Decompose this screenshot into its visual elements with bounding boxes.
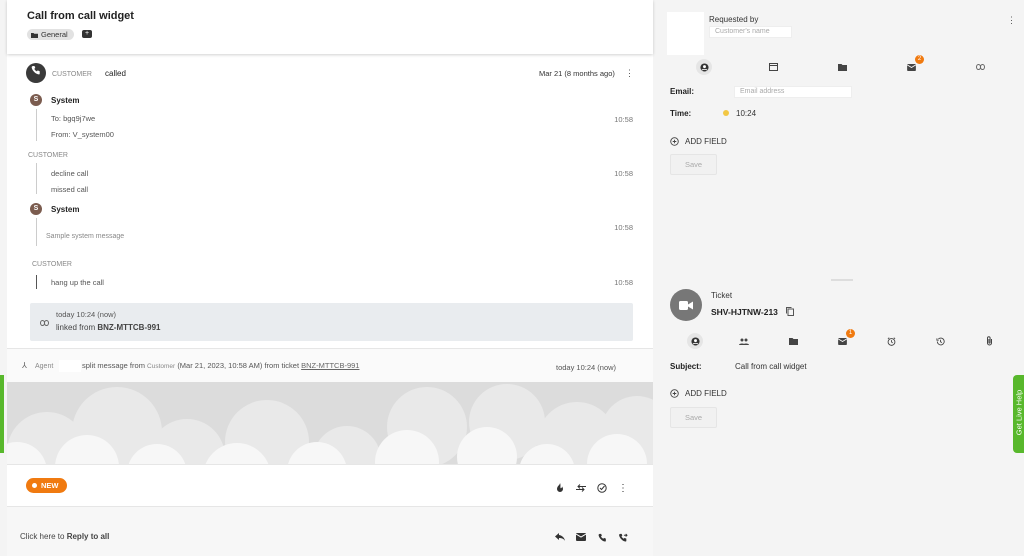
subject-value: Call from call widget: [735, 362, 807, 371]
call-date: Mar 21 (8 months ago): [539, 69, 615, 78]
page-title: Call from call widget: [27, 10, 134, 22]
save-button[interactable]: Save: [670, 154, 717, 175]
plus-circle-icon: [670, 389, 679, 398]
mail-count-badge: 2: [915, 55, 924, 64]
customer-label: CUSTOMER: [28, 152, 68, 159]
thread-line: [36, 109, 37, 141]
system-avatar: S: [30, 203, 42, 215]
user-info-tab-icon[interactable]: [696, 59, 712, 75]
link-icon: [40, 319, 49, 328]
add-tag-icon[interactable]: +: [82, 30, 92, 38]
status-dot-icon: [723, 110, 729, 116]
ticket-header: Call from call widget General +: [7, 0, 653, 54]
system-to: To: bgq9j7we: [51, 114, 96, 123]
split-icon: ⅄: [22, 361, 27, 370]
ticket-id: SHV-HJTNW-213: [711, 307, 778, 317]
customer-name-input[interactable]: Customer's name: [709, 26, 792, 38]
plus-circle-icon: [670, 137, 679, 146]
phone-icon[interactable]: [595, 530, 609, 544]
message-time: 10:58: [614, 278, 633, 287]
tag-label: General: [41, 30, 68, 39]
attachment-tab-icon[interactable]: [981, 333, 997, 349]
thread-line: [36, 275, 37, 289]
mail-count-badge: 1: [846, 329, 855, 338]
linked-text: linked from BNZ-MTTCB-991: [56, 323, 161, 332]
resolve-check-icon[interactable]: [595, 481, 609, 495]
system-from: From: V_system00: [51, 130, 114, 139]
copy-icon[interactable]: [786, 307, 794, 318]
subject-label: Subject:: [670, 362, 702, 371]
split-ticket-link[interactable]: BNZ-MTTCB-991: [301, 361, 359, 370]
thread-line: [36, 163, 37, 194]
linked-time: today 10:24 (now): [56, 310, 117, 319]
transfer-icon[interactable]: [574, 481, 588, 495]
time-value: 10:24: [736, 109, 757, 118]
call-action: called: [105, 69, 126, 78]
ticket-label: Ticket: [711, 291, 733, 300]
message-thread: CUSTOMER called Mar 21 (8 months ago) ⋮ …: [7, 54, 653, 348]
window-tab-icon[interactable]: [765, 59, 781, 75]
split-text: split message from Customer (Mar 21, 202…: [82, 361, 360, 370]
agent-avatar: [59, 360, 81, 372]
message-time: 10:58: [614, 169, 633, 178]
ticket-panel: Ticket SHV-HJTNW-213 1 Subject: Call fro…: [665, 281, 1009, 556]
hangup-text: hang up the call: [51, 278, 104, 287]
system-name: System: [51, 96, 80, 105]
tag-general[interactable]: General: [27, 29, 74, 40]
video-icon: [670, 289, 702, 321]
reply-bar[interactable]: Click here to Reply to all: [7, 506, 653, 556]
message-time: 10:58: [614, 115, 633, 124]
group-tab-icon[interactable]: [736, 333, 752, 349]
reply-icon[interactable]: [553, 530, 567, 544]
system-message-text: Sample system message: [46, 233, 125, 240]
save-button[interactable]: Save: [670, 407, 717, 428]
email-input[interactable]: Email address: [734, 86, 852, 98]
call-role: CUSTOMER: [52, 71, 92, 78]
agent-name: Agent: [35, 363, 54, 370]
status-badge[interactable]: NEW: [26, 478, 67, 493]
details-sidebar: Requested by Customer's name ⋮ 2 Email: …: [653, 0, 1024, 556]
add-field-button[interactable]: ADD FIELD: [670, 137, 727, 146]
linked-ticket-link[interactable]: BNZ-MTTCB-991: [97, 323, 160, 332]
folder-tab-icon[interactable]: [785, 333, 801, 349]
priority-flame-icon[interactable]: [553, 481, 567, 495]
requester-panel: Requested by Customer's name ⋮ 2 Email: …: [665, 0, 1016, 281]
left-edge-strip: [0, 375, 4, 453]
email-icon[interactable]: [574, 530, 588, 544]
link-tab-icon[interactable]: [972, 59, 988, 75]
time-label: Time:: [670, 109, 692, 118]
live-help-label: Get Live Help: [1014, 389, 1024, 436]
system-avatar: S: [30, 94, 42, 106]
decline-call-text: decline call: [51, 169, 89, 178]
call-forward-icon[interactable]: [616, 530, 630, 544]
linked-notice: today 10:24 (now) linked from BNZ-MTTCB-…: [30, 303, 633, 341]
history-tab-icon[interactable]: [932, 333, 948, 349]
live-help-tab[interactable]: Get Live Help: [1013, 375, 1024, 453]
reply-prompt[interactable]: Click here to Reply to all: [20, 532, 109, 541]
user-info-tab-icon[interactable]: [687, 333, 703, 349]
thread-line: [36, 218, 37, 246]
more-options-icon[interactable]: ⋮: [625, 68, 634, 79]
cloud-divider-image: [7, 382, 653, 464]
status-dot-icon: [32, 483, 37, 488]
status-toolbar: NEW ⋮: [7, 464, 653, 506]
message-time: 10:58: [614, 223, 633, 232]
requester-avatar: [667, 12, 704, 55]
more-options-icon[interactable]: ⋮: [616, 481, 630, 495]
alarm-tab-icon[interactable]: [883, 333, 899, 349]
system-name: System: [51, 205, 80, 214]
customer-label: CUSTOMER: [32, 261, 72, 268]
add-field-button[interactable]: ADD FIELD: [670, 389, 727, 398]
conversation-panel: Call from call widget General + CUSTOMER…: [7, 0, 653, 556]
split-time: today 10:24 (now): [556, 363, 617, 372]
more-options-icon[interactable]: ⋮: [1007, 15, 1016, 26]
folder-icon: [31, 32, 38, 38]
missed-call-text: missed call: [51, 185, 89, 194]
folder-tab-icon[interactable]: [834, 59, 850, 75]
split-message-row: ⅄ Agent split message from Customer (Mar…: [7, 348, 653, 382]
email-label: Email:: [670, 87, 695, 96]
phone-icon: [26, 63, 46, 83]
requester-title: Requested by: [709, 15, 759, 24]
